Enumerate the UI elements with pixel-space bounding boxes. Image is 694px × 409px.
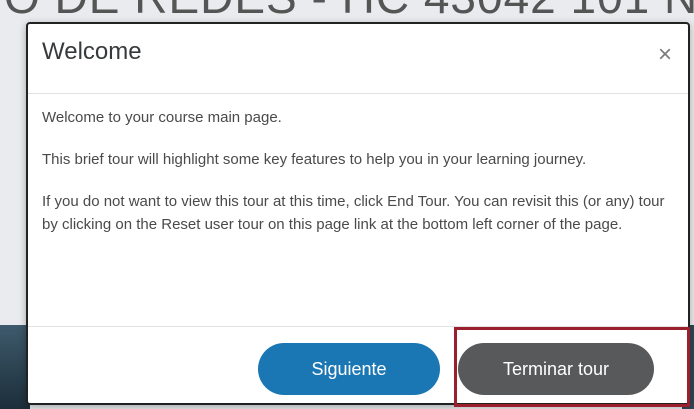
dialog-header: Welcome × (28, 24, 688, 94)
welcome-tour-dialog: Welcome × Welcome to your course main pa… (26, 22, 690, 407)
end-tour-button[interactable]: Terminar tour (458, 343, 654, 395)
dialog-body: Welcome to your course main page. This b… (42, 106, 670, 255)
next-button[interactable]: Siguiente (258, 343, 440, 395)
dialog-footer: Siguiente Terminar tour (28, 326, 690, 407)
dialog-paragraph-tour-info: This brief tour will highlight some key … (42, 151, 587, 168)
dialog-title: Welcome (42, 38, 142, 65)
close-icon[interactable]: × (654, 43, 676, 67)
dialog-paragraph-welcome: Welcome to your course main page. (42, 109, 282, 126)
dialog-paragraph-end-tour-info: If you do not want to view this tour at … (42, 193, 665, 233)
